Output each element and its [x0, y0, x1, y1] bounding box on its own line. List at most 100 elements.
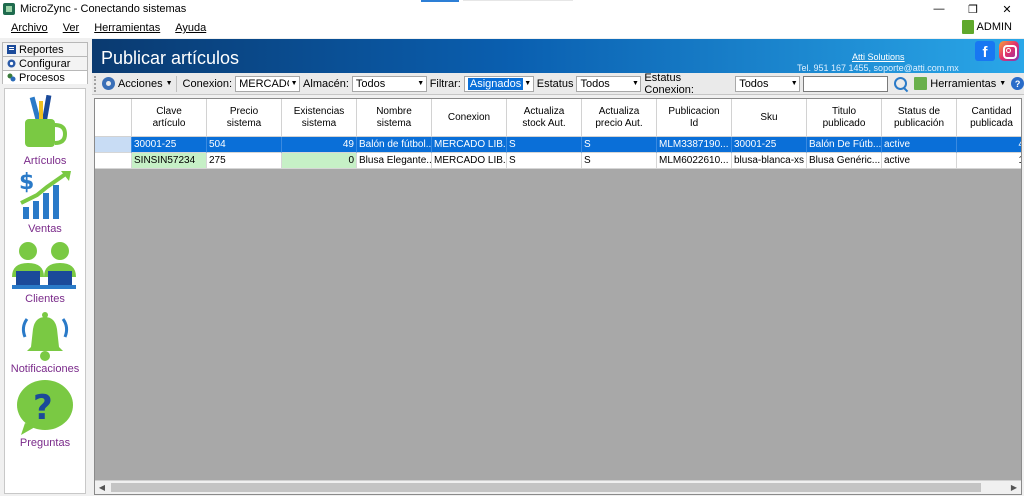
tab-label: Procesos [19, 71, 65, 84]
cell-actualiza-precio[interactable]: S [582, 153, 657, 169]
nav-item-clientes[interactable]: Clientes [5, 239, 85, 309]
cell-sku[interactable]: blusa-blanca-xs [732, 153, 807, 169]
search-input[interactable] [803, 75, 888, 92]
horizontal-scrollbar[interactable]: ◀ ▶ [95, 480, 1021, 494]
header-status[interactable]: Status de publicación [882, 99, 957, 137]
tab-procesos[interactable]: Procesos [2, 70, 88, 84]
svg-text:$: $ [19, 170, 34, 195]
header-actualiza-precio[interactable]: Actualiza precio Aut. [582, 99, 657, 137]
nav-item-label: Preguntas [19, 437, 71, 449]
header-precio[interactable]: Precio sistema [207, 99, 282, 137]
header-conexion[interactable]: Conexion [432, 99, 507, 137]
cell-clave[interactable]: SINSIN57234 [132, 153, 207, 169]
menu-bar: Archivo Ver Herramientas Ayuda ADMIN [0, 18, 1024, 38]
header-sku[interactable]: Sku [732, 99, 807, 137]
question-icon: ? [17, 380, 73, 435]
search-icon[interactable] [893, 76, 909, 92]
tools-icon [914, 77, 928, 90]
actions-button[interactable]: Acciones ▼ [101, 77, 173, 90]
title-bar: MicroZync - Conectando sistemas — ❐ ✕ [0, 0, 1024, 18]
user-indicator[interactable]: ADMIN [961, 20, 1012, 34]
menu-archivo[interactable]: Archivo [11, 22, 48, 34]
cell-nombre[interactable]: Balón de fútbol... [357, 137, 432, 153]
cell-existencias[interactable]: 49 [282, 137, 357, 153]
cell-conexion[interactable]: MERCADO LIB... [432, 137, 507, 153]
cell-existencias[interactable]: 0 [282, 153, 357, 169]
cell-clave[interactable]: 30001-25 [132, 137, 207, 153]
window-controls: — ❐ ✕ [922, 0, 1024, 18]
user-name: ADMIN [976, 21, 1012, 33]
cell-publicacion-id[interactable]: MLM6022610... [657, 153, 732, 169]
contact-info: Tel. 951 167 1455, soporte@atti.com.mx [797, 63, 959, 73]
cell-actualiza-stock[interactable]: S [507, 137, 582, 153]
close-button[interactable]: ✕ [990, 0, 1024, 18]
chevron-down-icon: ▼ [165, 80, 173, 87]
nav-item-preguntas[interactable]: ? Preguntas [5, 379, 85, 453]
header-titulo[interactable]: Titulo publicado [807, 99, 882, 137]
conexion-select[interactable]: MERCADO LIBRE ▼ [235, 75, 301, 92]
toolbar: Acciones ▼ Conexion: MERCADO LIBRE ▼ Alm… [92, 71, 1024, 96]
almacen-label: Almacén: [303, 77, 349, 90]
table-row[interactable]: SINSIN57234 275 0 Blusa Elegante... MERC… [95, 153, 1021, 169]
cell-status[interactable]: active [882, 137, 957, 153]
window-title: MicroZync - Conectando sistemas [20, 3, 187, 15]
restore-button[interactable]: ❐ [956, 0, 990, 18]
row-indicator[interactable] [95, 153, 132, 169]
cell-publicacion-id[interactable]: MLM3387190... [657, 137, 732, 153]
row-indicator[interactable] [95, 137, 132, 153]
gear-icon [7, 59, 16, 68]
cell-conexion[interactable]: MERCADO LIB... [432, 153, 507, 169]
tab-label: Reportes [19, 43, 64, 56]
toolbar-grip[interactable] [94, 75, 98, 92]
header-actualiza-stock[interactable]: Actualiza stock Aut. [507, 99, 582, 137]
cell-titulo[interactable]: Blusa Genéric... [807, 153, 882, 169]
cell-precio[interactable]: 275 [207, 153, 282, 169]
instagram-icon[interactable] [999, 41, 1019, 61]
company-link[interactable]: Atti Solutions [852, 52, 905, 62]
cell-precio[interactable]: 504 [207, 137, 282, 153]
cell-actualiza-precio[interactable]: S [582, 137, 657, 153]
nav-item-label: Ventas [28, 223, 62, 235]
cell-nombre[interactable]: Blusa Elegante... [357, 153, 432, 169]
header-nombre[interactable]: Nombre sistema [357, 99, 432, 137]
scroll-left-icon[interactable]: ◀ [95, 481, 109, 494]
header-publicacion-id[interactable]: Publicacion Id [657, 99, 732, 137]
header-clave[interactable]: Clave artículo [132, 99, 207, 137]
header-cantidad[interactable]: Cantidad publicada [957, 99, 1021, 137]
menu-ayuda[interactable]: Ayuda [175, 22, 206, 34]
gear-icon [101, 77, 115, 90]
cell-cantidad[interactable]: 4 [957, 137, 1021, 153]
tools-button[interactable]: Herramientas ▼ [930, 78, 1006, 90]
nav-tabs: Reportes Configurar Procesos [2, 42, 88, 84]
scroll-thumb[interactable] [111, 483, 981, 492]
table-row[interactable]: 30001-25 504 49 Balón de fútbol... MERCA… [95, 137, 1021, 153]
scroll-right-icon[interactable]: ▶ [1007, 481, 1021, 494]
tab-reportes[interactable]: Reportes [2, 42, 88, 56]
minimize-button[interactable]: — [922, 0, 956, 18]
chevron-down-icon: ▼ [999, 80, 1007, 87]
estatus-select[interactable]: Todos ▼ [576, 75, 642, 92]
cell-actualiza-stock[interactable]: S [507, 153, 582, 169]
menu-herramientas[interactable]: Herramientas [94, 22, 160, 34]
nav-panel: Artículos $ Ventas Clientes Notificacion… [4, 88, 86, 494]
title-accent-line [463, 0, 573, 1]
user-icon [961, 20, 974, 34]
nav-item-ventas[interactable]: $ Ventas [5, 169, 85, 237]
nav-item-notificaciones[interactable]: Notificaciones [5, 309, 85, 381]
nav-item-articulos[interactable]: Artículos [5, 93, 85, 167]
facebook-icon[interactable]: f [975, 41, 995, 61]
clients-icon [12, 242, 76, 289]
estatus-conexion-select[interactable]: Todos ▼ [735, 75, 801, 92]
menu-ver[interactable]: Ver [63, 22, 80, 34]
cell-cantidad[interactable]: 1 [957, 153, 1021, 169]
estatus-conexion-label: Estatus Conexion: [644, 71, 694, 96]
tab-configurar[interactable]: Configurar [2, 56, 88, 70]
cell-sku[interactable]: 30001-25 [732, 137, 807, 153]
header-existencias[interactable]: Existencias sistema [282, 99, 357, 137]
almacen-select[interactable]: Todos ▼ [351, 75, 427, 92]
filtrar-select[interactable]: Asignados ▼ [463, 75, 534, 92]
cell-status[interactable]: active [882, 153, 957, 169]
help-icon[interactable]: ? [1011, 77, 1024, 90]
sales-chart-icon: $ [19, 170, 71, 219]
cell-titulo[interactable]: Balón De Fútb... [807, 137, 882, 153]
